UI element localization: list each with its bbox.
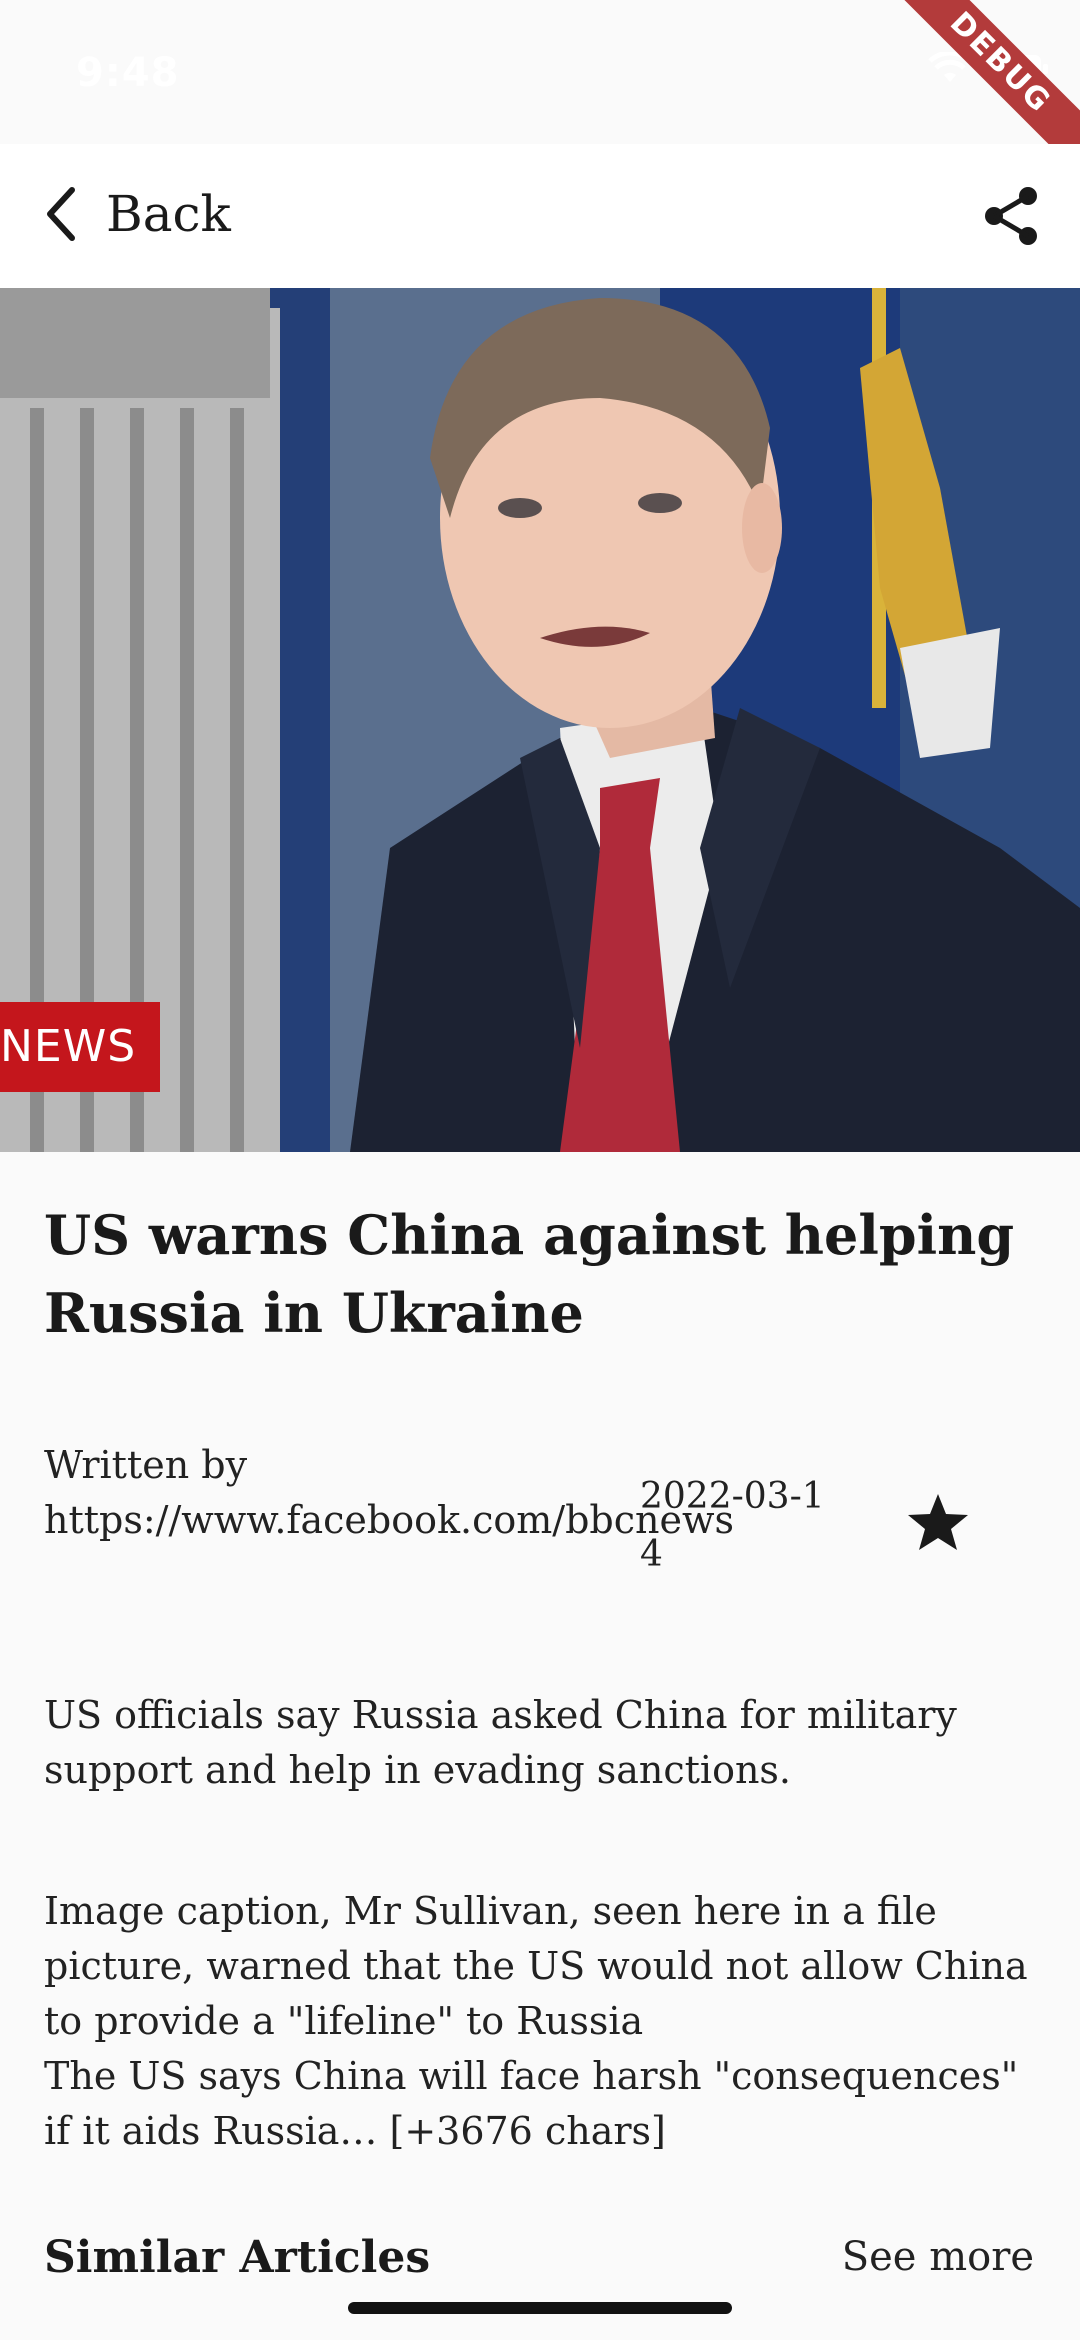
article-author: Written by https://www.facebook.com/bbcn… — [44, 1443, 734, 1542]
app-bar: Back — [0, 144, 1080, 288]
see-more-link[interactable]: See more — [842, 2234, 1034, 2280]
article-photo — [0, 288, 1080, 1152]
article-date: 2022-03-14 — [640, 1476, 825, 1575]
chevron-left-icon — [47, 187, 75, 241]
article-image — [0, 288, 1080, 1152]
share-icon[interactable] — [980, 184, 1044, 248]
status-time: 9:48 — [76, 50, 180, 96]
news-badge: NEWS — [0, 1002, 161, 1092]
article-description: US officials say Russia asked China for … — [44, 1693, 957, 1792]
back-button[interactable]: Back — [40, 184, 231, 244]
back-label: Back — [106, 185, 231, 243]
star-icon[interactable] — [906, 1490, 970, 1554]
home-indicator[interactable] — [348, 2302, 732, 2314]
status-bar: 9:48 DEBUG — [0, 0, 1080, 186]
article-content: Image caption, Mr Sullivan, seen here in… — [44, 1889, 1028, 2153]
article-title: US warns China against helping Russia in… — [44, 1203, 1015, 1345]
similar-articles-title: Similar Articles — [44, 2232, 431, 2283]
